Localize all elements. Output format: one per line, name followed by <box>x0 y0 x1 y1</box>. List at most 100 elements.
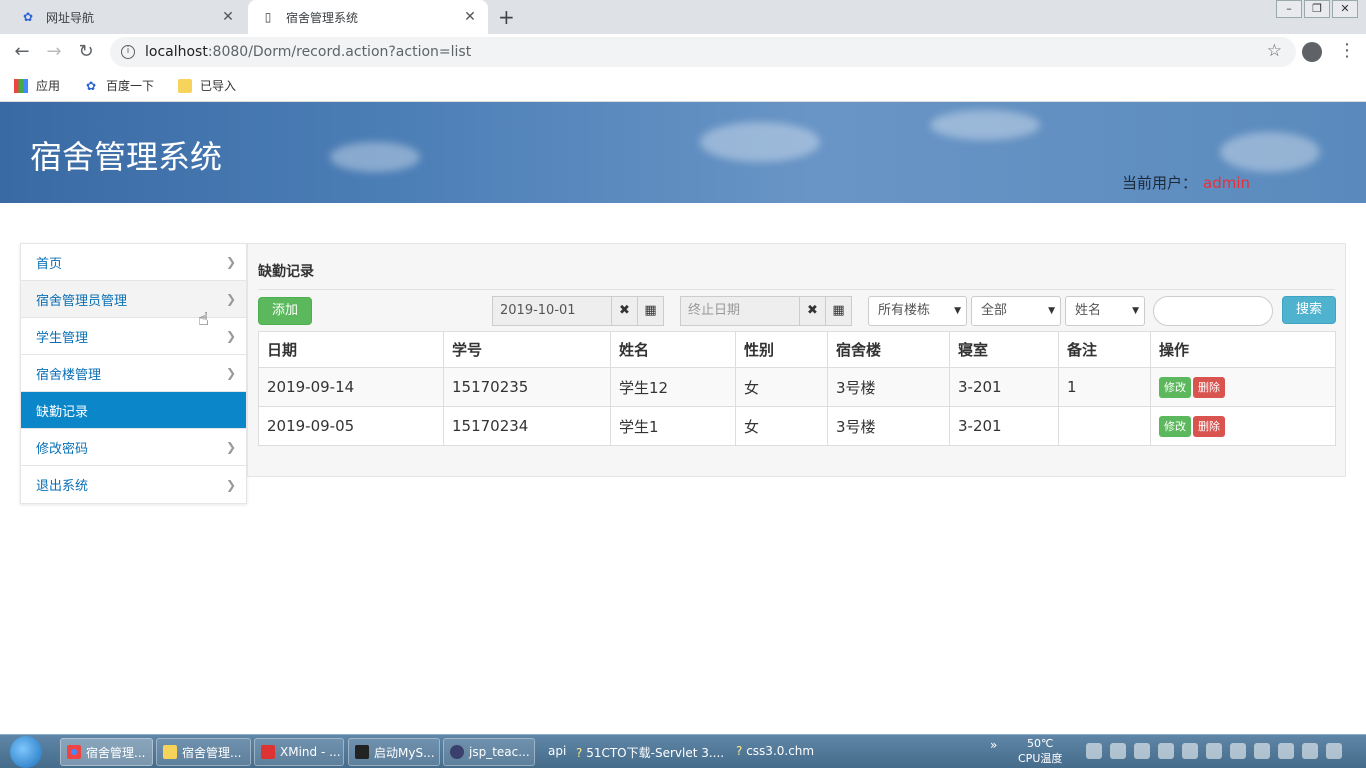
add-button[interactable]: 添加 <box>258 297 312 325</box>
clear-icon[interactable]: ✖ <box>800 296 826 326</box>
sidebar-item-label: 首页 <box>36 256 63 272</box>
taskbar-item-folder[interactable]: 宿舍管理... <box>156 738 251 766</box>
field-select[interactable]: 姓名 ▼ <box>1065 296 1145 326</box>
taskbar-chm-item[interactable]: ? css3.0.chm <box>736 744 814 758</box>
sidebar-item-home[interactable]: 首页 ❯ <box>21 244 246 281</box>
windows-start-icon[interactable] <box>10 736 42 768</box>
cell-room: 3-201 <box>949 367 1059 407</box>
page-icon: ▯ <box>264 10 272 24</box>
caret-down-icon: ▼ <box>1132 306 1139 316</box>
minimize-icon[interactable]: – <box>1276 0 1302 18</box>
start-date-group: 2019-10-01 ✖ ▦ <box>492 296 664 326</box>
sidebar-item-students[interactable]: 学生管理 ❯ <box>21 318 246 355</box>
browser-tab-dorm[interactable]: ▯ 宿舍管理系统 ✕ <box>248 0 488 34</box>
field-select-value: 姓名 <box>1075 303 1102 318</box>
taskbar-item-console[interactable]: 启动MyS... <box>348 738 440 766</box>
qq-icon[interactable] <box>1134 743 1150 759</box>
search-button[interactable]: 搜索 <box>1282 296 1336 324</box>
end-date-input[interactable]: 终止日期 <box>680 296 800 326</box>
sidebar-item-absence-records[interactable]: 缺勤记录 <box>21 392 246 429</box>
tray-app-icon[interactable] <box>1206 743 1222 759</box>
network-icon[interactable] <box>1278 743 1294 759</box>
delete-button[interactable]: 删除 <box>1193 376 1225 398</box>
clear-icon[interactable]: ✖ <box>612 296 638 326</box>
delete-button[interactable]: 删除 <box>1193 415 1225 437</box>
taskbar-item-label: 51CTO下载-Servlet 3.... <box>586 746 725 760</box>
chevron-right-icon: ❯ <box>225 255 236 269</box>
cpu-temperature: 50℃ CPU温度 <box>1018 736 1062 766</box>
site-title: 宿舍管理系统 <box>30 138 223 176</box>
taskbar-item-eclipse[interactable]: jsp_teac... <box>443 738 535 766</box>
sidebar-item-logout[interactable]: 退出系统 ❯ <box>21 466 246 503</box>
calendar-grid-icon[interactable]: ▦ <box>826 296 852 326</box>
bookmark-baidu[interactable]: ✿ 百度一下 <box>84 77 154 94</box>
caret-down-icon: ▼ <box>954 306 961 316</box>
column-header: 备注 <box>1058 331 1151 368</box>
taskbar-item-label: XMind - ... <box>280 745 341 759</box>
overflow-chevron-icon[interactable]: » <box>990 738 997 752</box>
tray-app-icon[interactable] <box>1110 743 1126 759</box>
edit-button[interactable]: 修改 <box>1159 376 1191 398</box>
baidu-paw-icon: ✿ <box>85 78 97 93</box>
edit-button[interactable]: 修改 <box>1159 415 1191 437</box>
column-header: 性别 <box>735 331 828 368</box>
tray-app-icon[interactable] <box>1182 743 1198 759</box>
sidebar-item-dorm-admin[interactable]: 宿舍管理员管理 ❯ <box>21 281 246 318</box>
building-select[interactable]: 所有楼栋 ▼ <box>868 296 967 326</box>
search-input[interactable] <box>1153 296 1273 326</box>
volume-icon[interactable] <box>1302 743 1318 759</box>
divider <box>258 289 1335 290</box>
chevron-right-icon: ❯ <box>225 329 236 343</box>
close-icon[interactable]: ✕ <box>218 9 238 25</box>
url-input[interactable]: i localhost:8080/Dorm/record.action?acti… <box>110 37 1296 67</box>
records-table: 日期 学号 姓名 性别 宿舍楼 寝室 备注 操作 2019-09-14 1517… <box>258 331 1336 446</box>
tray-app-icon[interactable] <box>1326 743 1342 759</box>
window-controls: – ❐ ✕ <box>1274 0 1358 18</box>
tab-title: 宿舍管理系统 <box>286 10 359 25</box>
address-bar: ← → ↻ i localhost:8080/Dorm/record.actio… <box>0 34 1366 70</box>
bookmark-star-icon[interactable]: ☆ <box>1267 41 1282 61</box>
close-window-icon[interactable]: ✕ <box>1332 0 1358 18</box>
bookmark-label: 已导入 <box>200 79 237 93</box>
taskbar-item-chrome[interactable]: 宿舍管理... <box>60 738 153 766</box>
browser-tab-bar: ✿ 网址导航 ✕ ▯ 宿舍管理系统 ✕ + – ❐ ✕ <box>0 0 1366 34</box>
taskbar-item-label: 启动MyS... <box>374 745 435 760</box>
tray-app-icon[interactable] <box>1086 743 1102 759</box>
cell-building: 3号楼 <box>827 406 950 446</box>
sidebar-nav: 首页 ❯ 宿舍管理员管理 ❯ 学生管理 ❯ 宿舍楼管理 ❯ 缺勤记录 修改密码 … <box>20 243 247 504</box>
cell-remark: 1 <box>1058 367 1151 407</box>
profile-icon[interactable] <box>1302 42 1322 62</box>
reload-icon[interactable]: ↻ <box>74 40 98 64</box>
tray-app-icon[interactable] <box>1254 743 1270 759</box>
new-tab-icon[interactable]: + <box>498 5 515 29</box>
restore-icon[interactable]: ❐ <box>1304 0 1330 18</box>
shield-icon[interactable] <box>1230 743 1246 759</box>
close-icon[interactable]: ✕ <box>460 9 480 25</box>
taskbar-item-xmind[interactable]: XMind - ... <box>254 738 344 766</box>
tray-app-icon[interactable] <box>1158 743 1174 759</box>
sidebar-item-change-password[interactable]: 修改密码 ❯ <box>21 429 246 466</box>
cell-actions: 修改 删除 <box>1150 406 1336 446</box>
chevron-right-icon: ❯ <box>225 366 236 380</box>
folder-icon <box>163 745 177 759</box>
taskbar-item-label: 宿舍管理... <box>86 745 146 760</box>
column-header: 姓名 <box>610 331 736 368</box>
browser-tab-nav[interactable]: ✿ 网址导航 ✕ <box>8 0 246 34</box>
cell-name: 学生12 <box>610 367 736 407</box>
start-date-input[interactable]: 2019-10-01 <box>492 296 612 326</box>
back-arrow-icon[interactable]: ← <box>10 40 34 64</box>
bookmark-apps[interactable]: 应用 <box>14 77 60 94</box>
column-header: 寝室 <box>949 331 1059 368</box>
range-select[interactable]: 全部 ▼ <box>971 296 1061 326</box>
bookmark-imported[interactable]: 已导入 <box>178 77 236 94</box>
sidebar-item-label: 缺勤记录 <box>36 404 89 420</box>
taskbar-api-label[interactable]: api <box>548 744 566 758</box>
cell-student-no: 15170234 <box>443 406 611 446</box>
kebab-menu-icon[interactable]: ⋮ <box>1338 40 1356 61</box>
calendar-grid-icon[interactable]: ▦ <box>638 296 664 326</box>
info-icon[interactable]: i <box>121 45 135 59</box>
sidebar-item-buildings[interactable]: 宿舍楼管理 ❯ <box>21 355 246 392</box>
forward-arrow-icon[interactable]: → <box>42 40 66 64</box>
folder-icon <box>178 78 193 93</box>
taskbar-chm-item[interactable]: ? 51CTO下载-Servlet 3.... <box>576 744 724 761</box>
